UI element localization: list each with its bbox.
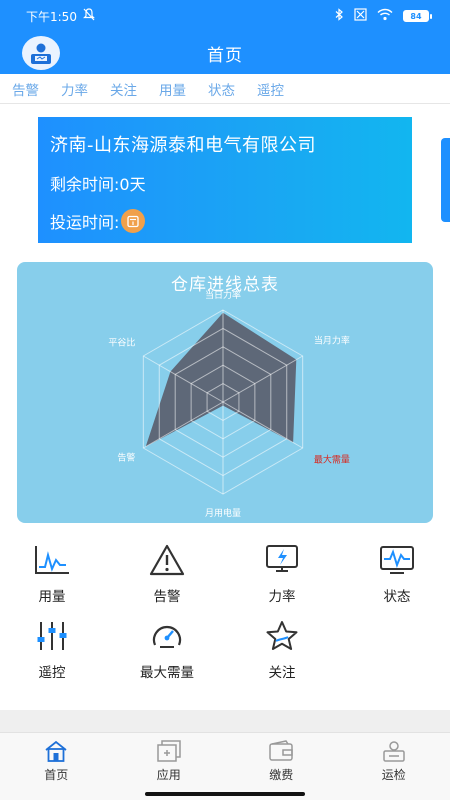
nav-label-home: 首页 <box>44 767 69 782</box>
side-drawer-handle[interactable] <box>441 138 450 222</box>
apps-icon <box>155 739 183 763</box>
pulse-monitor-icon <box>377 542 417 578</box>
line-chart-icon <box>32 542 72 578</box>
radar-indicator-label: 当日力率 <box>205 289 241 301</box>
sliders-icon <box>32 618 72 654</box>
nav-apps[interactable]: 应用 <box>113 733 226 788</box>
app-header: 首页 <box>0 32 450 74</box>
grid-item-alarm[interactable]: 告警 <box>127 542 207 605</box>
nav-label-inspection: 运检 <box>381 767 406 782</box>
bottom-nav: 首页 应用 缴费 运检 <box>0 732 450 788</box>
monitor-bolt-icon <box>262 542 302 578</box>
tab-status[interactable]: 状态 <box>208 79 235 99</box>
radar-indicator-label: 平谷比 <box>108 336 135 348</box>
nav-inspection[interactable]: 运检 <box>338 733 450 788</box>
star-icon <box>262 618 302 654</box>
nav-label-apps: 应用 <box>156 767 181 782</box>
radar-chart-card: 仓库进线总表 当日力率 当月力率 最大需量 月用电量 告警 平谷比 <box>17 262 433 523</box>
grid-item-remote-control[interactable]: 遥控 <box>12 618 92 681</box>
status-time: 下午1:50 <box>26 9 77 24</box>
battery-level: 84 <box>403 10 429 22</box>
radar-indicator-label: 当月力率 <box>314 335 350 347</box>
radar-indicator-label: 最大需量 <box>314 453 350 465</box>
tab-power-factor[interactable]: 力率 <box>61 79 88 99</box>
grid-label-follow: 关注 <box>268 665 296 681</box>
status-bar: 下午1:50 84 <box>0 0 450 32</box>
wifi-icon <box>377 8 393 24</box>
gauge-icon <box>147 618 187 654</box>
tab-follow[interactable]: 关注 <box>110 79 137 99</box>
quick-tabs: 告警 力率 关注 用量 状态 遥控 <box>0 74 450 104</box>
section-divider <box>0 710 450 732</box>
radar-indicator-label: 告警 <box>117 452 135 464</box>
battery-icon: 84 <box>403 10 432 22</box>
home-icon <box>42 739 70 763</box>
grid-label-max-demand: 最大需量 <box>140 665 194 681</box>
gesture-bar <box>0 788 450 800</box>
nav-home[interactable]: 首页 <box>0 733 113 788</box>
radar-data-area <box>145 312 297 447</box>
wallet-icon <box>267 739 295 763</box>
inspection-icon <box>380 739 408 763</box>
commission-time-row: 投运时间: <box>50 209 400 233</box>
bluetooth-icon <box>334 8 344 24</box>
grid-item-power-factor[interactable]: 力率 <box>242 542 322 605</box>
grid-item-max-demand[interactable]: 最大需量 <box>127 618 207 681</box>
company-name: 济南-山东海源泰和电气有限公司 <box>50 135 316 156</box>
signal-x-icon <box>354 8 367 24</box>
grid-item-follow[interactable]: 关注 <box>242 618 322 681</box>
feature-grid: 用量 告警 力率 状态 遥控 最大需量 关注 <box>0 536 450 696</box>
commission-time-label: 投运时间: <box>50 213 120 232</box>
calendar-badge-icon[interactable] <box>121 209 146 233</box>
grid-item-usage[interactable]: 用量 <box>12 542 92 605</box>
nav-label-payment: 缴费 <box>269 767 294 782</box>
muted-bell-icon <box>83 8 95 24</box>
grid-label-status: 状态 <box>383 589 411 605</box>
tab-remote-control[interactable]: 遥控 <box>257 79 284 99</box>
radar-indicator-label: 月用电量 <box>205 507 241 519</box>
page-title: 首页 <box>207 46 243 66</box>
remaining-time: 剩余时间:0天 <box>50 175 146 194</box>
grid-label-alarm: 告警 <box>153 589 181 605</box>
tab-usage[interactable]: 用量 <box>159 79 186 99</box>
grid-label-remote-control: 遥控 <box>38 665 66 681</box>
site-info-card[interactable]: 济南-山东海源泰和电气有限公司 剩余时间:0天 投运时间: <box>38 117 412 243</box>
radar-chart: 当日力率当月力率最大需量月用电量 告警 平谷比 <box>108 289 350 519</box>
grid-label-power-factor: 力率 <box>268 589 296 605</box>
warning-triangle-icon <box>147 542 187 578</box>
grid-label-usage: 用量 <box>38 589 66 605</box>
nav-payment[interactable]: 缴费 <box>225 733 338 788</box>
grid-item-status[interactable]: 状态 <box>357 542 437 605</box>
tab-alarm[interactable]: 告警 <box>12 79 39 99</box>
